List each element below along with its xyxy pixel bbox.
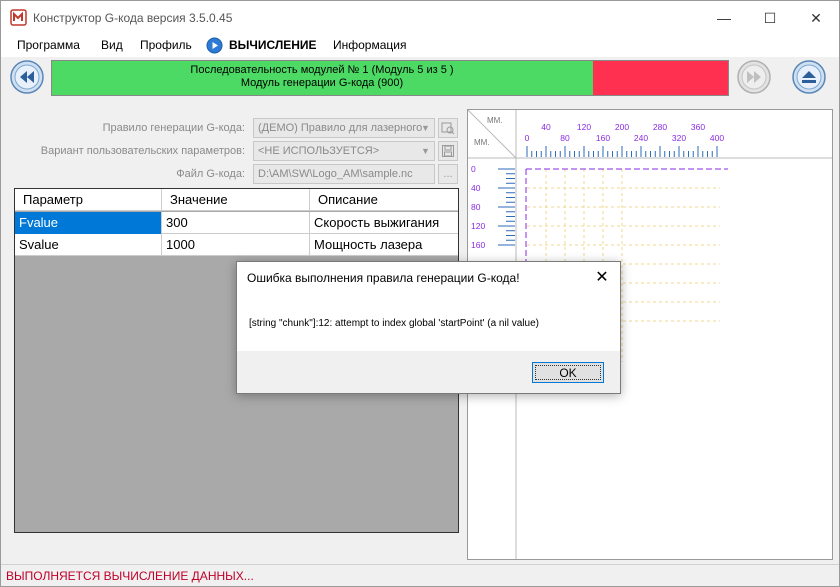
file-label: Файл G-кода:: [176, 168, 245, 180]
status-bar: ВЫПОЛНЯЕТСЯ ВЫЧИСЛЕНИЕ ДАННЫХ...: [1, 564, 839, 586]
unit-top-label: ММ.: [487, 116, 503, 125]
file-value: D:\AM\SW\Logo_AM\sample.nc: [258, 168, 413, 180]
x-tick-label: 160: [596, 133, 610, 143]
param-value-cell[interactable]: 300: [162, 212, 310, 234]
progress-line-2: Модуль генерации G-кода (900): [240, 77, 404, 89]
param-value-cell[interactable]: 1000: [162, 234, 310, 256]
save-icon: [442, 145, 454, 157]
y-tick-label: 160: [471, 240, 485, 250]
chevron-down-icon: ▼: [421, 123, 430, 133]
progress-bar: Последовательность модулей № 1 (Модуль 5…: [51, 60, 729, 96]
variant-combo[interactable]: <НЕ ИСПОЛЬЗУЕТСЯ> ▼: [253, 141, 435, 161]
dialog-message: [string "chunk"]:12: attempt to index gl…: [249, 318, 539, 329]
y-tick-label: 0: [471, 164, 476, 174]
table-row[interactable]: Svalue 1000 Мощность лазера: [15, 234, 458, 256]
rewind-button[interactable]: [9, 59, 45, 95]
file-browse-button[interactable]: ...: [438, 164, 458, 184]
title-bar: Конструктор G-кода версия 3.5.0.45 — ☐ ✕: [1, 1, 839, 35]
variant-value: <НЕ ИСПОЛЬЗУЕТСЯ>: [258, 145, 380, 157]
variant-label: Вариант пользовательских параметров:: [40, 145, 245, 157]
play-icon: [206, 37, 223, 54]
rule-combo[interactable]: (ДЕМО) Правило для лазерного ▼: [253, 118, 435, 138]
unit-left-label: ММ.: [474, 138, 490, 147]
ok-button[interactable]: OK: [532, 362, 604, 383]
param-name-cell[interactable]: Fvalue: [15, 212, 162, 234]
close-icon: ✕: [810, 9, 822, 26]
x-tick-label: 0: [525, 133, 530, 143]
menu-bar: Программа Вид Профиль ВЫЧИСЛЕНИЕ Информа…: [1, 35, 839, 57]
maximize-icon: ☐: [763, 9, 777, 26]
minimize-button[interactable]: —: [701, 1, 747, 35]
toolbar: Последовательность модулей № 1 (Модуль 5…: [1, 57, 839, 101]
chevron-down-icon: ▼: [421, 146, 430, 156]
x-ruler-ticks: 40 120 200 280 360 0 80 160 240 320 400: [525, 122, 724, 157]
dialog-title: Ошибка выполнения правила генерации G-ко…: [247, 271, 520, 285]
dialog-footer: OK: [237, 351, 620, 393]
y-tick-label: 80: [471, 202, 481, 212]
y-tick-label: 40: [471, 183, 481, 193]
progress-line-1: Последовательность модулей № 1 (Модуль 5…: [190, 64, 454, 76]
y-ruler-ticks: 0 40 80 120 160: [471, 164, 515, 250]
search-icon: [441, 122, 455, 135]
menu-profile[interactable]: Профиль: [140, 38, 192, 52]
rule-search-button[interactable]: [438, 118, 458, 138]
x-tick-label: 80: [560, 133, 570, 143]
maximize-button[interactable]: ☐: [747, 1, 793, 35]
window-title: Конструктор G-кода версия 3.5.0.45: [33, 11, 233, 25]
dialog-close-button[interactable]: ✕: [592, 267, 612, 287]
rule-value: (ДЕМО) Правило для лазерного: [258, 122, 423, 134]
x-tick-label: 40: [541, 122, 551, 132]
x-tick-label: 280: [653, 122, 667, 132]
app-logo-icon: [10, 9, 27, 26]
column-header-description[interactable]: Описание: [310, 189, 458, 211]
menu-info[interactable]: Информация: [333, 38, 406, 52]
eject-button[interactable]: [791, 59, 827, 95]
grid-header-row: Параметр Значение Описание: [15, 189, 458, 211]
param-description-cell[interactable]: Скорость выжигания: [310, 212, 458, 234]
x-tick-label: 400: [710, 133, 724, 143]
menu-program[interactable]: Программа: [17, 38, 80, 52]
column-header-parameter[interactable]: Параметр: [15, 189, 162, 211]
x-tick-label: 240: [634, 133, 648, 143]
param-name-cell[interactable]: Svalue: [15, 234, 162, 256]
column-header-value[interactable]: Значение: [162, 189, 310, 211]
variant-save-button[interactable]: [438, 141, 458, 161]
y-tick-label: 120: [471, 221, 485, 231]
menu-view[interactable]: Вид: [101, 38, 123, 52]
x-tick-label: 200: [615, 122, 629, 132]
status-text: ВЫПОЛНЯЕТСЯ ВЫЧИСЛЕНИЕ ДАННЫХ...: [6, 569, 254, 583]
menu-calculation[interactable]: ВЫЧИСЛЕНИЕ: [229, 38, 317, 52]
rule-label: Правило генерации G-кода:: [102, 122, 245, 134]
progress-label: Последовательность модулей № 1 (Модуль 5…: [52, 64, 592, 90]
close-button[interactable]: ✕: [793, 1, 839, 35]
fast-forward-button[interactable]: [736, 59, 772, 95]
param-description-cell[interactable]: Мощность лазера: [310, 234, 458, 256]
table-row[interactable]: Fvalue 300 Скорость выжигания: [15, 212, 458, 234]
error-dialog: Ошибка выполнения правила генерации G-ко…: [236, 261, 621, 394]
file-field[interactable]: D:\AM\SW\Logo_AM\sample.nc: [253, 164, 435, 184]
x-tick-label: 120: [577, 122, 591, 132]
main-window: Конструктор G-кода версия 3.5.0.45 — ☐ ✕…: [0, 0, 840, 587]
minimize-icon: —: [717, 10, 731, 26]
x-tick-label: 320: [672, 133, 686, 143]
x-tick-label: 360: [691, 122, 705, 132]
browse-label: ...: [443, 168, 453, 180]
